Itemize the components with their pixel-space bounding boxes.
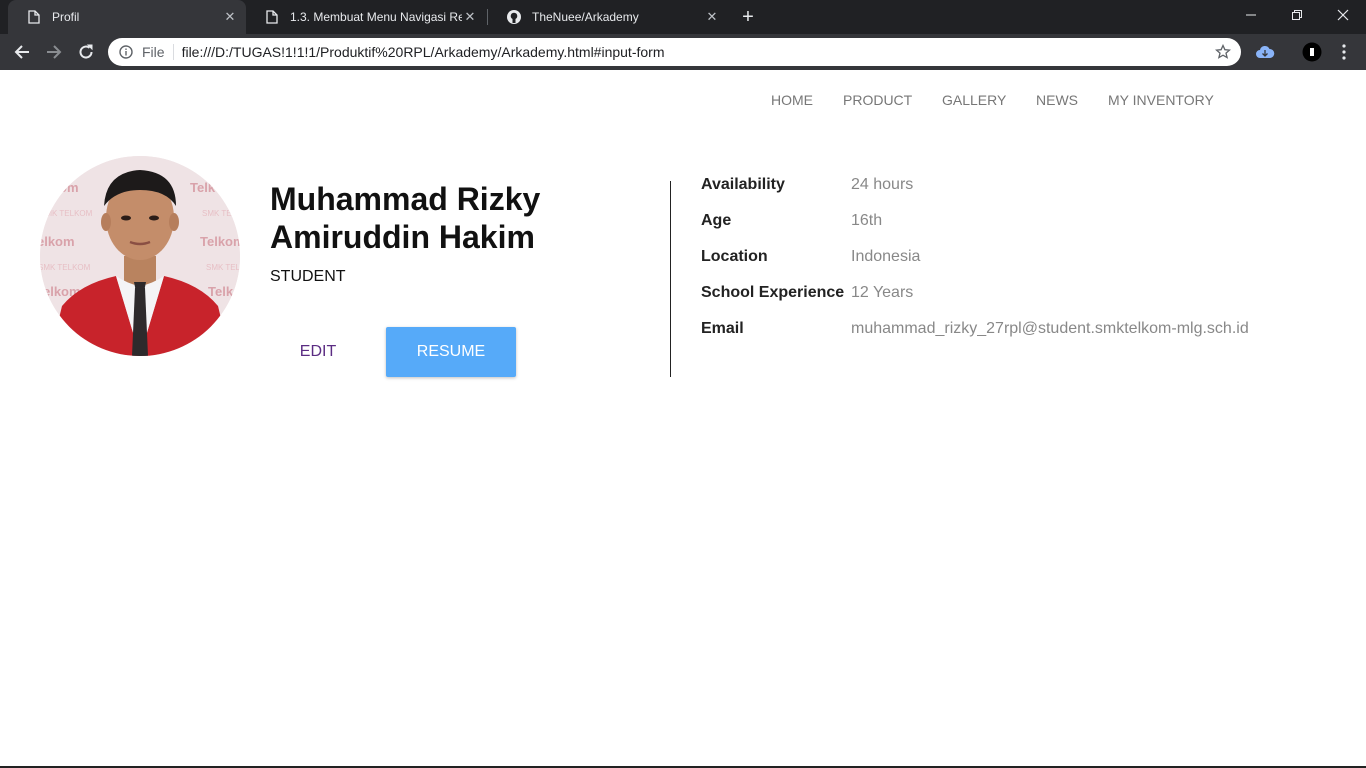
back-arrow-icon[interactable] xyxy=(8,38,36,66)
detail-value: muhammad_rizky_27rpl@student.smktelkom-m… xyxy=(851,320,1249,337)
close-tab-icon[interactable]: ✕ xyxy=(462,9,478,25)
detail-key: Email xyxy=(701,320,744,337)
svg-text:SMK TELKOM: SMK TELKOM xyxy=(40,209,93,218)
page-content: HOME PRODUCT GALLERY NEWS MY INVENTORY T… xyxy=(0,70,1366,768)
document-icon xyxy=(26,9,42,25)
nav-home[interactable]: HOME xyxy=(771,92,813,108)
profile-name: Muhammad Rizky Amiruddin Hakim xyxy=(270,181,541,255)
svg-text:Telkom: Telkom xyxy=(200,234,240,249)
close-tab-icon[interactable]: ✕ xyxy=(704,9,720,25)
edit-button[interactable]: EDIT xyxy=(270,327,366,377)
info-icon[interactable] xyxy=(118,44,134,60)
svg-text:Telkom: Telkom xyxy=(208,284,240,299)
detail-row-age: Age 16th xyxy=(701,212,882,234)
menu-kebab-icon[interactable] xyxy=(1334,42,1354,62)
tab-github[interactable]: TheNuee/Arkademy ✕ xyxy=(488,0,728,34)
detail-row-availability: Availability 24 hours xyxy=(701,176,913,198)
minimize-icon[interactable] xyxy=(1228,0,1274,30)
detail-value: 24 hours xyxy=(851,176,914,193)
profile-role: STUDENT xyxy=(270,268,346,285)
detail-value: 12 Years xyxy=(851,284,914,301)
detail-value: Indonesia xyxy=(851,248,921,265)
vertical-divider xyxy=(670,181,671,377)
tab-label: TheNuee/Arkademy xyxy=(532,10,639,24)
tab-profil[interactable]: Profil ✕ xyxy=(8,0,246,34)
forward-arrow-icon[interactable] xyxy=(40,38,68,66)
tab-label: 1.3. Membuat Menu Navigasi Responsive xyxy=(290,10,462,24)
document-icon xyxy=(264,9,280,25)
github-icon xyxy=(506,9,522,25)
browser-toolbar: File file:///D:/TUGAS!1!1!1/Produktif%20… xyxy=(0,34,1366,70)
svg-text:Telkom: Telkom xyxy=(190,180,235,195)
browser-titlebar: Profil ✕ 1.3. Membuat Menu Navigasi Resp… xyxy=(0,0,1366,34)
nav-product[interactable]: PRODUCT xyxy=(843,92,912,108)
svg-text:SMK TELKOM: SMK TELKOM xyxy=(40,263,91,272)
svg-text:Telkom: Telkom xyxy=(40,180,79,195)
new-tab-button[interactable]: + xyxy=(736,5,760,29)
profile-photo: Telkom Telkom Telkom Telkom Telkom Telko… xyxy=(40,156,240,356)
scheme-label: File xyxy=(142,44,165,60)
nav-gallery[interactable]: GALLERY xyxy=(942,92,1006,108)
resume-button[interactable]: RESUME xyxy=(386,327,516,377)
cloud-extension-icon[interactable] xyxy=(1255,42,1275,62)
restore-icon[interactable] xyxy=(1274,0,1320,30)
nav-news[interactable]: NEWS xyxy=(1036,92,1078,108)
detail-value: 16th xyxy=(851,212,883,229)
url-text[interactable]: file:///D:/TUGAS!1!1!1/Produktif%20RPL/A… xyxy=(182,44,1213,60)
reload-icon[interactable] xyxy=(72,38,100,66)
detail-row-email: Email muhammad_rizky_27rpl@student.smkte… xyxy=(701,320,1249,342)
svg-text:SMK TELKOM: SMK TELKOM xyxy=(206,263,240,272)
close-window-icon[interactable] xyxy=(1320,0,1366,30)
detail-key: School Experience xyxy=(701,284,845,301)
omnibox-divider xyxy=(172,44,174,60)
avatar: Telkom Telkom Telkom Telkom Telkom Telko… xyxy=(40,156,240,356)
nav-my-inventory[interactable]: MY INVENTORY xyxy=(1108,92,1214,108)
detail-key: Age xyxy=(701,212,732,229)
detail-row-location: Location Indonesia xyxy=(701,248,920,270)
detail-row-school-experience: School Experience 12 Years xyxy=(701,284,913,306)
detail-key: Location xyxy=(701,248,768,265)
svg-text:Telkom: Telkom xyxy=(40,234,75,249)
tab-label: Profil xyxy=(52,10,80,24)
address-bar[interactable]: File file:///D:/TUGAS!1!1!1/Produktif%20… xyxy=(108,38,1241,66)
profile-avatar-icon[interactable] xyxy=(1302,42,1322,62)
close-tab-icon[interactable]: ✕ xyxy=(222,9,238,25)
detail-key: Availability xyxy=(701,176,785,193)
top-navigation: HOME PRODUCT GALLERY NEWS MY INVENTORY xyxy=(0,92,1366,112)
svg-text:SMK TELKOM: SMK TELKOM xyxy=(202,209,240,218)
bookmark-star-icon[interactable] xyxy=(1213,42,1233,62)
tab-navigasi[interactable]: 1.3. Membuat Menu Navigasi Responsive ✕ xyxy=(246,0,486,34)
